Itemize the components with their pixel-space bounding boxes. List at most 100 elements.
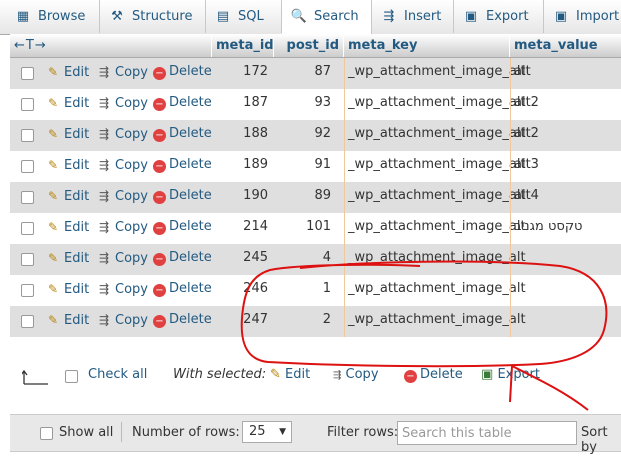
cell-post-id: 89 (314, 188, 331, 203)
filter-rows-label: Filter rows: (327, 425, 399, 440)
row-edit-button[interactable]: ✎ Edit (45, 182, 89, 213)
row-checkbox[interactable] (21, 253, 34, 266)
bulk-copy-label: Copy (345, 367, 379, 382)
row-edit-button[interactable]: ✎ Edit (45, 89, 89, 120)
row-delete-button[interactable]: − Delete (153, 213, 212, 244)
table-row: ✎ Edit ⇶ Copy − Delete 214 101 _wp_attachment_im… (10, 213, 621, 244)
tab-label: Insert (404, 9, 442, 24)
row-delete-button[interactable]: − Delete (153, 120, 212, 151)
divider (121, 422, 122, 442)
row-delete-button[interactable]: − Delete (153, 275, 212, 306)
tab-sql[interactable]: ▤ SQL (206, 0, 282, 33)
table-row: ✎ Edit ⇶ Copy − Delete 190 89 _wp_attachment_ima… (10, 182, 621, 213)
bulk-delete-button[interactable]: − Delete (404, 367, 463, 383)
row-checkbox[interactable] (21, 129, 34, 142)
cell-post-id: 101 (306, 219, 331, 234)
table-row: ✎ Edit ⇶ Copy − Delete 187 93 _wp_attachment_ima… (10, 89, 621, 120)
column-divider (344, 89, 345, 120)
column-divider (510, 275, 511, 306)
check-all-checkbox[interactable] (65, 370, 78, 383)
row-edit-button[interactable]: ✎ Edit (45, 58, 89, 89)
row-edit-button[interactable]: ✎ Edit (45, 213, 89, 244)
cell-meta-id: 188 (243, 126, 268, 141)
row-delete-button[interactable]: − Delete (153, 89, 212, 120)
row-copy-button[interactable]: ⇶ Copy (96, 213, 148, 244)
column-header-meta-id[interactable]: meta_id (212, 34, 274, 57)
column-resize-arrows[interactable]: ←T→ (10, 34, 212, 57)
row-copy-label: Copy (115, 127, 148, 142)
cell-meta-key: _wp_attachment_image_alt (348, 250, 526, 265)
filter-rows-input[interactable] (397, 421, 577, 445)
pencil-icon: ✎ (47, 313, 59, 327)
column-header-meta-key[interactable]: meta_key (344, 34, 510, 57)
column-divider (510, 244, 511, 275)
number-of-rows-label: Number of rows: (132, 425, 240, 440)
row-delete-button[interactable]: − Delete (153, 182, 212, 213)
tab-browse[interactable]: ▦ Browse (6, 0, 100, 33)
row-copy-button[interactable]: ⇶ Copy (96, 244, 148, 275)
row-checkbox[interactable] (21, 222, 34, 235)
row-edit-label: Edit (64, 220, 90, 235)
row-delete-label: Delete (169, 250, 212, 265)
sort-by-label[interactable]: Sort by (581, 425, 621, 455)
row-copy-button[interactable]: ⇶ Copy (96, 182, 148, 213)
row-edit-label: Edit (64, 282, 90, 297)
column-divider (510, 151, 511, 182)
row-checkbox[interactable] (21, 160, 34, 173)
row-copy-button[interactable]: ⇶ Copy (96, 306, 148, 337)
check-all-label[interactable]: Check all (88, 367, 147, 382)
rows-per-page-select[interactable]: 25 ▼ (242, 421, 292, 443)
cell-meta-value: alt2 (514, 126, 539, 141)
tab-import[interactable]: ▣ Import (544, 0, 621, 33)
row-delete-button[interactable]: − Delete (153, 306, 212, 337)
table-row: ✎ Edit ⇶ Copy − Delete 247 2 _wp_attachment_imag… (10, 306, 621, 337)
pencil-icon: ✎ (47, 220, 59, 234)
cell-meta-value: alt3 (514, 157, 539, 172)
tab-search[interactable]: 🔍 Search (282, 0, 372, 34)
tab-label: Search (314, 9, 359, 24)
row-delete-button[interactable]: − Delete (153, 58, 212, 89)
pencil-icon: ✎ (47, 158, 59, 172)
row-checkbox[interactable] (21, 67, 34, 80)
show-all-checkbox[interactable] (40, 427, 53, 440)
table-row: ✎ Edit ⇶ Copy − Delete 189 91 _wp_attachment_ima… (10, 151, 621, 182)
import-icon: ▣ (554, 9, 568, 24)
tab-export[interactable]: ▣ Export (454, 0, 544, 33)
row-copy-button[interactable]: ⇶ Copy (96, 120, 148, 151)
tab-structure[interactable]: ⚒ Structure (100, 0, 206, 33)
row-delete-button[interactable]: − Delete (153, 244, 212, 275)
bulk-edit-button[interactable]: ✎ Edit (270, 367, 310, 382)
row-edit-button[interactable]: ✎ Edit (45, 306, 89, 337)
row-checkbox[interactable] (21, 191, 34, 204)
tab-insert[interactable]: ⇶ Insert (372, 0, 454, 33)
row-edit-button[interactable]: ✎ Edit (45, 151, 89, 182)
show-all-label[interactable]: Show all (59, 425, 113, 440)
row-copy-button[interactable]: ⇶ Copy (96, 275, 148, 306)
column-divider (510, 306, 511, 337)
row-edit-button[interactable]: ✎ Edit (45, 275, 89, 306)
navigation-bar: Show all Number of rows: 25 ▼ Filter row… (10, 414, 621, 455)
row-edit-button[interactable]: ✎ Edit (45, 244, 89, 275)
row-copy-button[interactable]: ⇶ Copy (96, 151, 148, 182)
row-edit-button[interactable]: ✎ Edit (45, 120, 89, 151)
row-delete-label: Delete (169, 126, 212, 141)
row-copy-label: Copy (115, 313, 148, 328)
row-delete-button[interactable]: − Delete (153, 151, 212, 182)
bulk-export-button[interactable]: ▣ Export (481, 367, 540, 382)
column-header-meta-value[interactable]: meta_value (510, 34, 621, 57)
row-checkbox[interactable] (21, 98, 34, 111)
row-copy-button[interactable]: ⇶ Copy (96, 58, 148, 89)
export-icon: ▣ (481, 367, 494, 382)
export-icon: ▣ (464, 9, 478, 24)
row-checkbox[interactable] (21, 284, 34, 297)
row-checkbox[interactable] (21, 315, 34, 328)
row-copy-label: Copy (115, 251, 148, 266)
column-divider (344, 306, 345, 337)
column-header-post-id[interactable]: post_id (274, 34, 344, 57)
row-edit-label: Edit (64, 189, 90, 204)
row-copy-button[interactable]: ⇶ Copy (96, 89, 148, 120)
column-divider (344, 58, 345, 89)
cell-meta-id: 190 (243, 188, 268, 203)
bulk-copy-button[interactable]: ⇶ Copy (333, 367, 379, 382)
row-delete-label: Delete (169, 157, 212, 172)
